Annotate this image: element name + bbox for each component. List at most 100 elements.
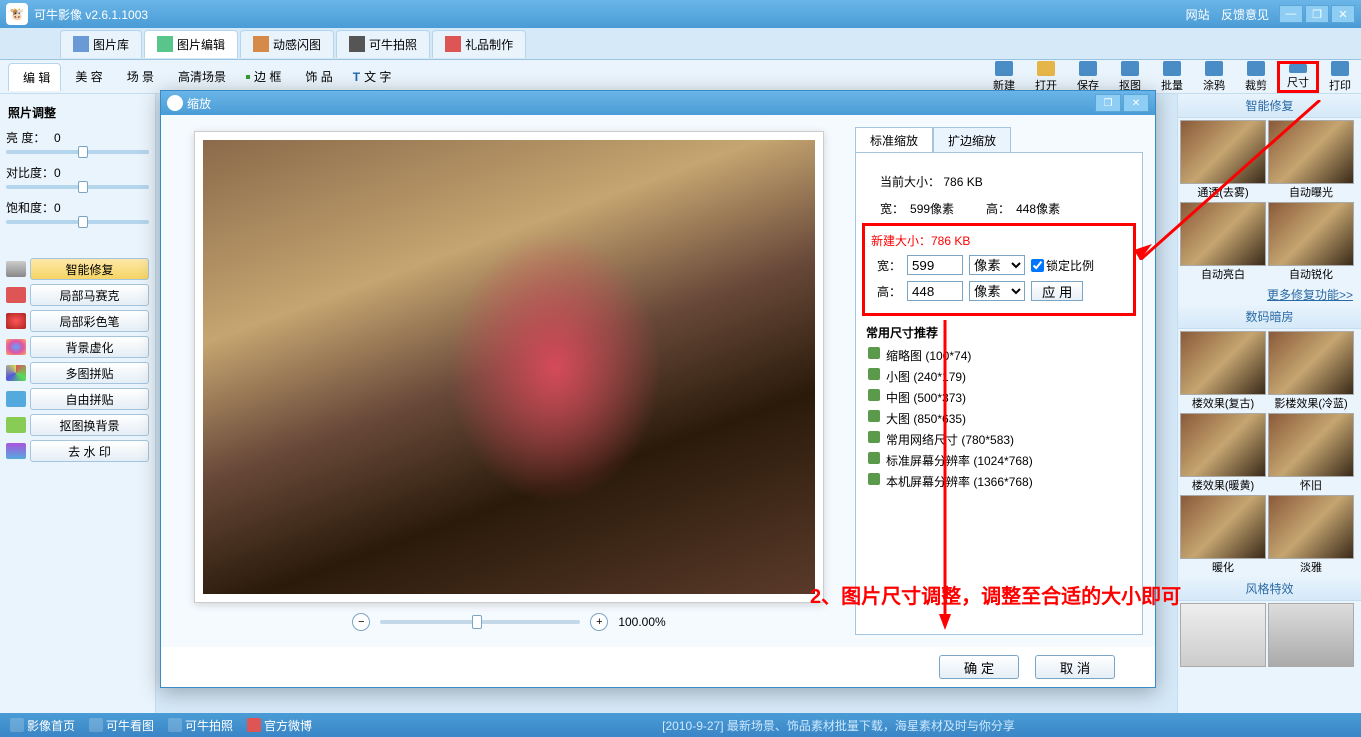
tab-animation[interactable]: 动感闪图 xyxy=(240,30,334,58)
batch-icon xyxy=(1163,61,1181,76)
zoom-out-button[interactable]: − xyxy=(352,613,370,631)
recommended-size-item[interactable]: 标准屏幕分辨率 (1024*768) xyxy=(866,450,1132,471)
resize-dialog: 缩放 ❐ ✕ − + 100.00% 标准缩放 扩边缩放 当前大小： xyxy=(160,90,1156,688)
status-viewer[interactable]: 可牛看图 xyxy=(89,717,154,734)
link-site[interactable]: 网站 xyxy=(1186,8,1210,22)
effect-thumb[interactable] xyxy=(1268,603,1354,667)
tool-batch[interactable]: 批量 xyxy=(1151,61,1193,93)
weibo-icon xyxy=(247,718,261,732)
current-size-label: 当前大小： xyxy=(880,175,940,189)
subtab-edit[interactable]: 编 辑 xyxy=(8,63,61,91)
effect-label: 影楼效果(冷蓝) xyxy=(1268,395,1354,411)
tool-open[interactable]: 打开 xyxy=(1025,61,1067,93)
maximize-button[interactable]: ❐ xyxy=(1305,5,1329,23)
tab-edit[interactable]: 图片编辑 xyxy=(144,30,238,58)
dialog-close-button[interactable]: ✕ xyxy=(1123,94,1149,112)
smart-fix-button[interactable]: 智能修复 xyxy=(30,258,149,280)
brightness-slider[interactable] xyxy=(6,150,149,154)
effect-label: 淡雅 xyxy=(1268,559,1354,575)
saturation-label: 饱和度： xyxy=(6,199,54,216)
subtab-border[interactable]: 边 框 xyxy=(236,63,291,91)
saturation-slider[interactable] xyxy=(6,220,149,224)
width-unit-select[interactable]: 像素 xyxy=(969,255,1025,275)
effect-label: 楼效果(复古) xyxy=(1180,395,1266,411)
recommended-size-item[interactable]: 大图 (850*635) xyxy=(866,408,1132,429)
subtab-beauty[interactable]: 美 容 xyxy=(61,63,112,91)
blur-button[interactable]: 背景虚化 xyxy=(30,336,149,358)
height-input[interactable] xyxy=(907,281,963,301)
effect-thumb[interactable] xyxy=(1268,202,1354,266)
status-weibo[interactable]: 官方微博 xyxy=(247,717,312,734)
subtab-hd-scene[interactable]: 高清场景 xyxy=(164,63,236,91)
status-camera[interactable]: 可牛拍照 xyxy=(168,717,233,734)
effect-thumb[interactable] xyxy=(1268,331,1354,395)
minimize-button[interactable]: — xyxy=(1279,5,1303,23)
eye-icon xyxy=(89,718,103,732)
effect-thumb[interactable] xyxy=(1180,495,1266,559)
status-home[interactable]: 影像首页 xyxy=(10,717,75,734)
contrast-slider[interactable] xyxy=(6,185,149,189)
tool-crop[interactable]: 裁剪 xyxy=(1235,61,1277,93)
tab-gift[interactable]: 礼品制作 xyxy=(432,30,526,58)
new-size-label: 新建大小：786 KB xyxy=(871,232,1127,249)
watermark-button[interactable]: 去 水 印 xyxy=(30,440,149,462)
app-logo-icon: 🐮 xyxy=(6,3,28,25)
watermark-icon xyxy=(6,443,26,459)
free-collage-button[interactable]: 自由拼贴 xyxy=(30,388,149,410)
color-pen-button[interactable]: 局部彩色笔 xyxy=(30,310,149,332)
effect-thumb[interactable] xyxy=(1268,120,1354,184)
ok-button[interactable]: 确 定 xyxy=(939,655,1019,679)
subtab-text[interactable]: T文 字 xyxy=(343,63,402,91)
lock-ratio-checkbox[interactable] xyxy=(1031,259,1044,272)
cancel-button[interactable]: 取 消 xyxy=(1035,655,1115,679)
recommended-size-item[interactable]: 小图 (240*179) xyxy=(866,366,1132,387)
collage-button[interactable]: 多图拼贴 xyxy=(30,362,149,384)
dialog-icon xyxy=(167,95,183,111)
tool-doodle[interactable]: 涂鸦 xyxy=(1193,61,1235,93)
effect-thumb[interactable] xyxy=(1180,120,1266,184)
effect-thumb[interactable] xyxy=(1268,495,1354,559)
apply-button[interactable]: 应 用 xyxy=(1031,281,1083,301)
close-button[interactable]: ✕ xyxy=(1331,5,1355,23)
subtab-scene[interactable]: 场 景 xyxy=(113,63,164,91)
mosaic-button[interactable]: 局部马赛克 xyxy=(30,284,149,306)
zoom-slider[interactable] xyxy=(380,620,580,624)
tab-extend-zoom[interactable]: 扩边缩放 xyxy=(933,127,1011,153)
effect-thumb[interactable] xyxy=(1180,413,1266,477)
window-title: 可牛影像 v2.6.1.1003 xyxy=(34,6,1186,23)
effect-thumb[interactable] xyxy=(1180,603,1266,667)
link-feedback[interactable]: 反馈意见 xyxy=(1221,8,1269,22)
recommended-size-item[interactable]: 本机屏幕分辨率 (1366*768) xyxy=(866,471,1132,492)
flash-icon xyxy=(253,36,269,52)
effect-thumb[interactable] xyxy=(1268,413,1354,477)
preview-frame xyxy=(194,131,824,603)
status-news[interactable]: [2010-9-27] 最新场景、饰品素材批量下载，海星素材及时与你分享 xyxy=(326,717,1351,734)
tool-size[interactable]: 尺寸 xyxy=(1277,61,1319,93)
right-section-darkroom[interactable]: 数码暗房 xyxy=(1178,305,1361,329)
brightness-value: 0 xyxy=(54,131,61,145)
recommended-size-item[interactable]: 缩略图 (100*74) xyxy=(866,345,1132,366)
zoom-in-button[interactable]: + xyxy=(590,613,608,631)
cutout-bg-button[interactable]: 抠图换背景 xyxy=(30,414,149,436)
tool-save[interactable]: 保存 xyxy=(1067,61,1109,93)
right-section-smart-fix[interactable]: 智能修复 xyxy=(1178,94,1361,118)
effect-thumb[interactable] xyxy=(1180,202,1266,266)
height-unit-select[interactable]: 像素 xyxy=(969,281,1025,301)
dialog-max-button[interactable]: ❐ xyxy=(1095,94,1121,112)
tool-print[interactable]: 打印 xyxy=(1319,61,1361,93)
tool-crop-img[interactable]: 抠图 xyxy=(1109,61,1151,93)
right-section-style[interactable]: 风格特效 xyxy=(1178,577,1361,601)
effect-thumb[interactable] xyxy=(1180,331,1266,395)
cam-icon xyxy=(168,718,182,732)
more-fix-link[interactable]: 更多修复功能>> xyxy=(1178,284,1361,305)
tab-camera[interactable]: 可牛拍照 xyxy=(336,30,430,58)
tab-library[interactable]: 图片库 xyxy=(60,30,142,58)
dialog-title: 缩放 xyxy=(187,95,211,112)
recommended-size-item[interactable]: 中图 (500*373) xyxy=(866,387,1132,408)
tab-standard-zoom[interactable]: 标准缩放 xyxy=(855,127,933,153)
tool-new[interactable]: 新建 xyxy=(983,61,1025,93)
brightness-label: 亮 度： xyxy=(6,129,54,146)
recommended-size-item[interactable]: 常用网络尺寸 (780*583) xyxy=(866,429,1132,450)
width-input[interactable] xyxy=(907,255,963,275)
subtab-accessories[interactable]: 饰 品 xyxy=(291,63,342,91)
